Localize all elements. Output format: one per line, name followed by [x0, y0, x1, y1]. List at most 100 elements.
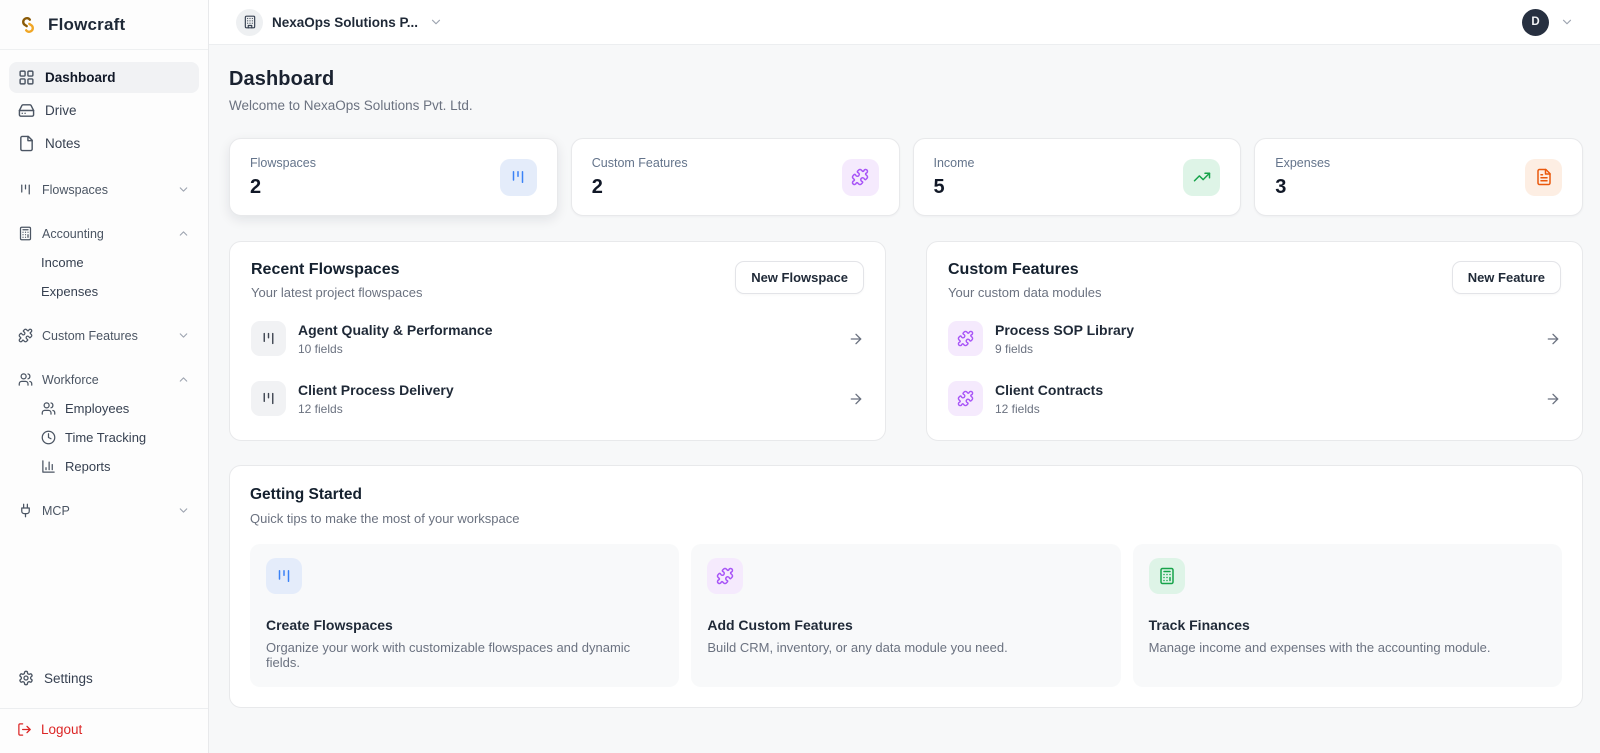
recent-flowspaces-panel: Recent Flowspaces Your latest project fl… [229, 241, 886, 441]
flowcraft-logo-icon [17, 14, 39, 36]
arrow-right-icon[interactable] [848, 331, 864, 347]
arrow-right-icon[interactable] [1545, 391, 1561, 407]
stat-value: 2 [591, 175, 603, 198]
sidebar-item-label: Employees [65, 401, 130, 416]
sidebar-section-flowspaces[interactable]: Flowspaces [9, 176, 199, 203]
stat-label: Flowspaces [250, 155, 316, 170]
users-icon [41, 401, 56, 416]
getting-started-panel: Getting Started Quick tips to make the m… [229, 465, 1583, 708]
section-label: Custom Features [42, 328, 138, 343]
sidebar-item-label: Expenses [41, 284, 99, 299]
list-item-client-process[interactable]: Client Process Delivery 12 fields [251, 381, 864, 416]
item-title: Client Process Delivery [298, 381, 454, 398]
logout-button[interactable]: Logout [17, 722, 191, 737]
stat-card-expenses: Expenses 3 [1254, 138, 1583, 216]
section-label: Flowspaces [42, 182, 108, 197]
sidebar-item-employees[interactable]: Employees [9, 395, 199, 422]
tip-title: Add Custom Features [707, 617, 853, 633]
calculator-icon [18, 226, 33, 241]
tip-add-custom-features: Add Custom Features Build CRM, inventory… [691, 544, 1121, 687]
panels-row: Recent Flowspaces Your latest project fl… [229, 241, 1583, 441]
sidebar-item-income[interactable]: Income [9, 249, 199, 276]
getting-started-subtitle: Quick tips to make the most of your work… [250, 511, 520, 526]
stat-label: Expenses [1275, 155, 1331, 170]
sidebar-item-time-tracking[interactable]: Time Tracking [9, 424, 199, 451]
sidebar-section-workforce[interactable]: Workforce [9, 366, 199, 393]
item-meta: 12 fields [298, 401, 343, 416]
chevron-down-icon [177, 329, 190, 342]
file-text-icon [1525, 158, 1562, 196]
clock-icon [41, 430, 56, 445]
topbar: NexaOps Solutions P... D [209, 0, 1600, 45]
tip-description: Organize your work with customizable flo… [266, 640, 631, 670]
avatar: D [1522, 8, 1549, 36]
panel-title: Recent Flowspaces [251, 261, 400, 278]
puzzle-icon [707, 558, 744, 594]
arrow-right-icon[interactable] [848, 391, 864, 407]
sidebar-section-accounting[interactable]: Accounting [9, 220, 199, 247]
panel-title: Custom Features [948, 261, 1079, 278]
section-label: MCP [42, 503, 70, 518]
new-flowspace-button[interactable]: New Flowspace [735, 261, 864, 294]
org-switcher[interactable]: NexaOps Solutions P... [236, 8, 443, 36]
sidebar-section-mcp[interactable]: MCP [9, 497, 199, 524]
tips-grid: Create Flowspaces Organize your work wit… [250, 544, 1562, 687]
item-meta: 10 fields [298, 341, 343, 356]
stat-label: Income [933, 155, 975, 170]
arrow-right-icon[interactable] [1545, 331, 1561, 347]
kanban-icon [499, 158, 537, 196]
page-subtitle: Welcome to NexaOps Solutions Pvt. Ltd. [229, 98, 473, 113]
section-label: Accounting [42, 226, 104, 241]
chevron-up-icon [177, 227, 190, 240]
sidebar-section-custom-features[interactable]: Custom Features [9, 322, 199, 349]
org-name: NexaOps Solutions P... [272, 14, 419, 30]
kanban-icon [18, 182, 33, 197]
list-item-process-sop[interactable]: Process SOP Library 9 fields [948, 321, 1561, 356]
logout-section: Logout [0, 708, 208, 753]
sidebar-nav: Dashboard Drive Notes Flowspaces Account… [0, 50, 208, 662]
stat-label: Custom Features [591, 155, 688, 170]
user-menu[interactable]: D [1522, 8, 1574, 36]
flowspace-list: Agent Quality & Performance 10 fields Cl… [251, 321, 864, 416]
sidebar-item-label: Drive [45, 103, 77, 118]
tip-title: Create Flowspaces [266, 617, 393, 633]
sidebar-item-expenses[interactable]: Expenses [9, 278, 199, 305]
stat-value: 5 [933, 175, 945, 198]
logout-label: Logout [41, 722, 83, 737]
plug-icon [18, 503, 33, 518]
panel-subtitle: Your custom data modules [948, 285, 1102, 300]
feature-list: Process SOP Library 9 fields Client Cont… [948, 321, 1561, 416]
panel-subtitle: Your latest project flowspaces [251, 285, 423, 300]
puzzle-icon [841, 158, 879, 196]
list-item-agent-quality[interactable]: Agent Quality & Performance 10 fields [251, 321, 864, 356]
stat-card-custom-features: Custom Features 2 [570, 138, 900, 216]
chevron-down-icon [1560, 15, 1574, 29]
sidebar-item-label: Notes [45, 136, 81, 151]
gear-icon [18, 670, 34, 686]
sidebar-item-settings[interactable]: Settings [9, 662, 199, 694]
sidebar-item-label: Settings [44, 670, 93, 686]
stat-card-income: Income 5 [912, 138, 1242, 216]
tip-description: Manage income and expenses with the acco… [1148, 640, 1491, 655]
calculator-icon [1148, 558, 1185, 594]
new-feature-button[interactable]: New Feature [1451, 261, 1561, 294]
stat-card-flowspaces: Flowspaces 2 [229, 138, 558, 216]
sidebar-item-label: Reports [65, 459, 111, 474]
building-icon [236, 8, 263, 36]
file-icon [18, 135, 35, 152]
trending-up-icon [1183, 158, 1221, 196]
sidebar-item-drive[interactable]: Drive [9, 95, 199, 126]
stat-cards: Flowspaces 2 Custom Features 2 Income 5 [229, 138, 1583, 216]
sidebar-item-reports[interactable]: Reports [9, 453, 199, 480]
puzzle-icon [18, 328, 33, 343]
logout-icon [17, 722, 32, 737]
kanban-icon [251, 381, 286, 416]
list-item-client-contracts[interactable]: Client Contracts 12 fields [948, 381, 1561, 416]
sidebar-item-dashboard[interactable]: Dashboard [9, 62, 199, 93]
sidebar-item-notes[interactable]: Notes [9, 128, 199, 159]
getting-started-title: Getting Started [250, 486, 362, 503]
item-title: Agent Quality & Performance [298, 321, 493, 338]
item-meta: 9 fields [995, 341, 1034, 356]
item-meta: 12 fields [995, 401, 1040, 416]
app-logo: Flowcraft [0, 0, 208, 50]
